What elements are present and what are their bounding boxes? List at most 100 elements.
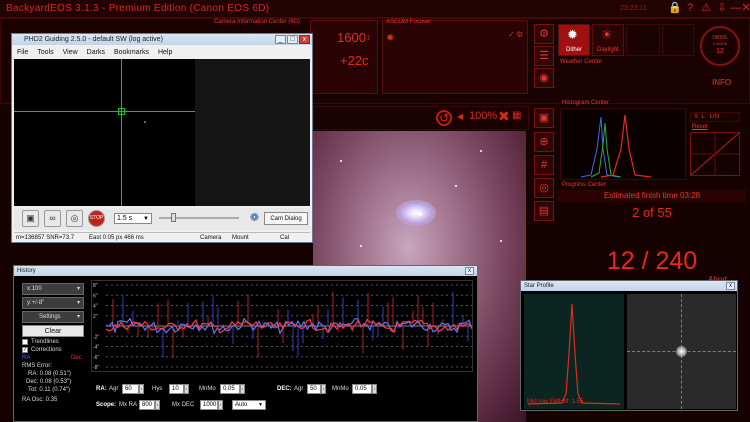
dec-agr-spinner[interactable]: ↕	[321, 384, 326, 394]
iso-value[interactable]: 1600	[337, 30, 366, 45]
ra-mnmo-input[interactable]: 0.05	[220, 384, 240, 394]
stop-icon[interactable]: STOP	[88, 210, 105, 227]
fwhm-readout: Mid row FWHM: 1.55	[527, 399, 584, 405]
menu-file[interactable]: File	[17, 49, 28, 56]
phd2-minimize[interactable]: _	[275, 35, 286, 44]
temperature-value: +22c	[340, 53, 369, 68]
dec-agr-input[interactable]: 50	[307, 384, 321, 394]
histogram-lin[interactable]: LIN	[710, 114, 719, 120]
zoom-in-icon[interactable]: ▦	[512, 110, 521, 121]
y-scale-select[interactable]: y:+/-8" ▾	[22, 297, 84, 309]
dec-agr-label: Agr	[294, 386, 304, 392]
ra-agr-input[interactable]: 60	[122, 384, 139, 394]
mode-slot-empty-1[interactable]	[626, 24, 660, 56]
history-close[interactable]: x	[465, 267, 474, 275]
guide-camera-view[interactable]	[14, 59, 310, 206]
max-dec-spinner[interactable]: ↕	[218, 400, 223, 410]
status-cal: Cal	[280, 235, 290, 241]
ascom-icon[interactable]: ⚙	[534, 24, 554, 44]
weather-title: Weather Center	[560, 59, 603, 65]
star	[480, 150, 482, 152]
x-scale-value: x:100	[27, 286, 42, 292]
ra-agr-spinner[interactable]: ↕	[139, 384, 144, 394]
camera-info-title: Camera Information Center (6D)	[214, 19, 301, 25]
zoom-percent[interactable]: 100%	[469, 110, 497, 122]
monitor-icon[interactable]: ▣	[534, 108, 554, 128]
histogram-mode-bar[interactable]: S L LIN	[690, 112, 740, 122]
menu-help[interactable]: Help	[158, 49, 172, 56]
max-dec-input[interactable]: 1000	[200, 400, 218, 410]
phd2-toolbar: ▣ ∞ ◎ STOP 1.5 s ▼ ❁ Cam Dialog	[14, 208, 310, 230]
menu-view[interactable]: View	[63, 49, 78, 56]
dec-legend: Dec	[71, 355, 82, 361]
phd2-window: PHD2 Guiding 2.5.0 - default SW (log act…	[11, 33, 313, 243]
curve-editor[interactable]	[690, 132, 740, 176]
fit-icon[interactable]: ✖	[498, 108, 510, 125]
close-icon[interactable]: ✕	[740, 2, 750, 14]
ra-mnmo-spinner[interactable]: ↕	[240, 384, 245, 394]
exposure-select[interactable]: 1.5 s ▼	[114, 213, 152, 224]
chevron-down-icon: ▾	[76, 286, 80, 292]
guide-star-box	[118, 108, 125, 115]
cam-dialog-button[interactable]: Cam Dialog	[264, 212, 308, 225]
loop-icon[interactable]: ∞	[44, 210, 61, 227]
star-profile-close[interactable]: x	[726, 282, 735, 290]
histogram-l[interactable]: L	[701, 114, 704, 120]
max-ra-spinner[interactable]: ↕	[155, 400, 160, 410]
ra-hys-input[interactable]: 10	[169, 384, 184, 394]
dec-mnmo-spinner[interactable]: ↕	[372, 384, 377, 394]
image-icon[interactable]: ▤	[534, 201, 554, 221]
histogram-title: Histogram Center	[562, 100, 610, 106]
history-window: History x x:100 ▾ y:+/-8" ▾ Settings ▾ Clea…	[13, 265, 478, 422]
target-icon[interactable]: ◎	[66, 210, 83, 227]
camera-icon[interactable]: ◎	[534, 178, 554, 198]
brain-icon[interactable]: ❁	[247, 211, 262, 225]
ascom-title: ASCOM Focuser	[386, 19, 432, 25]
histogram-reset[interactable]: Reset	[692, 124, 708, 130]
phd2-close[interactable]: x	[299, 35, 310, 44]
menu-tools[interactable]: Tools	[37, 49, 53, 56]
focuser-star-icon[interactable]: ✸	[386, 33, 394, 44]
history-graph[interactable]: 8" 6" 4" 2" -2" -4" -6" -8"	[91, 280, 473, 372]
lock-icon[interactable]: 🔒	[668, 2, 682, 14]
grid-icon[interactable]: #	[534, 155, 554, 175]
ra-mnmo-label: MnMo	[199, 386, 216, 392]
settings-select[interactable]: Settings ▾	[22, 311, 84, 323]
zoom-out-icon[interactable]: ◀	[457, 112, 463, 121]
dec-mnmo-input[interactable]: 0.05	[352, 384, 372, 394]
download-icon[interactable]: ⇩	[716, 2, 728, 14]
clear-button[interactable]: Clear	[22, 325, 84, 337]
ra-hys-spinner[interactable]: ↕	[184, 384, 189, 394]
crosshair-icon[interactable]: ⊕	[534, 132, 554, 152]
dec-mode-value: Auto	[235, 402, 248, 408]
camera-connect-icon[interactable]: ▣	[22, 210, 39, 227]
histogram-s[interactable]: S	[694, 114, 698, 120]
menu-bookmarks[interactable]: Bookmarks	[114, 49, 149, 56]
help-icon[interactable]: ?	[684, 2, 696, 14]
bell-icon[interactable]: ⚠	[700, 2, 712, 14]
y-tick-label: -8"	[93, 365, 99, 371]
refresh-icon[interactable]: ↺	[436, 110, 452, 126]
chevron-down-icon: ▾	[76, 314, 80, 320]
info-label[interactable]: INFO	[712, 78, 731, 87]
menu-darks[interactable]: Darks	[87, 49, 105, 56]
daylight-button[interactable]: ☀ Daylight	[592, 24, 624, 56]
max-ra-input[interactable]: 800	[139, 400, 155, 410]
phd2-maximize[interactable]: □	[287, 35, 298, 44]
histogram-curves	[580, 114, 652, 178]
star	[360, 245, 362, 247]
mode-slot-empty-2[interactable]	[662, 24, 694, 56]
focuser-settings-icon[interactable]: ⚙	[516, 30, 523, 39]
status-camera: Camera	[200, 235, 222, 241]
x-scale-select[interactable]: x:100 ▾	[22, 283, 84, 295]
chevron-down-icon: ▾	[76, 300, 80, 306]
focuser-check-icon[interactable]: ✓	[508, 30, 515, 39]
dec-mode-select[interactable]: Auto ▼	[232, 400, 266, 410]
gamma-slider-thumb[interactable]	[171, 213, 176, 222]
trendlines-checkbox[interactable]	[22, 339, 28, 345]
dither-button[interactable]: ✹ Dither	[558, 24, 590, 56]
iso-stepper-icon[interactable]: ↕	[366, 32, 371, 42]
settings-icon[interactable]: ☰	[534, 46, 554, 66]
planet-icon[interactable]: ◉	[534, 68, 554, 88]
corrections-checkbox[interactable]: ✓	[22, 347, 28, 353]
